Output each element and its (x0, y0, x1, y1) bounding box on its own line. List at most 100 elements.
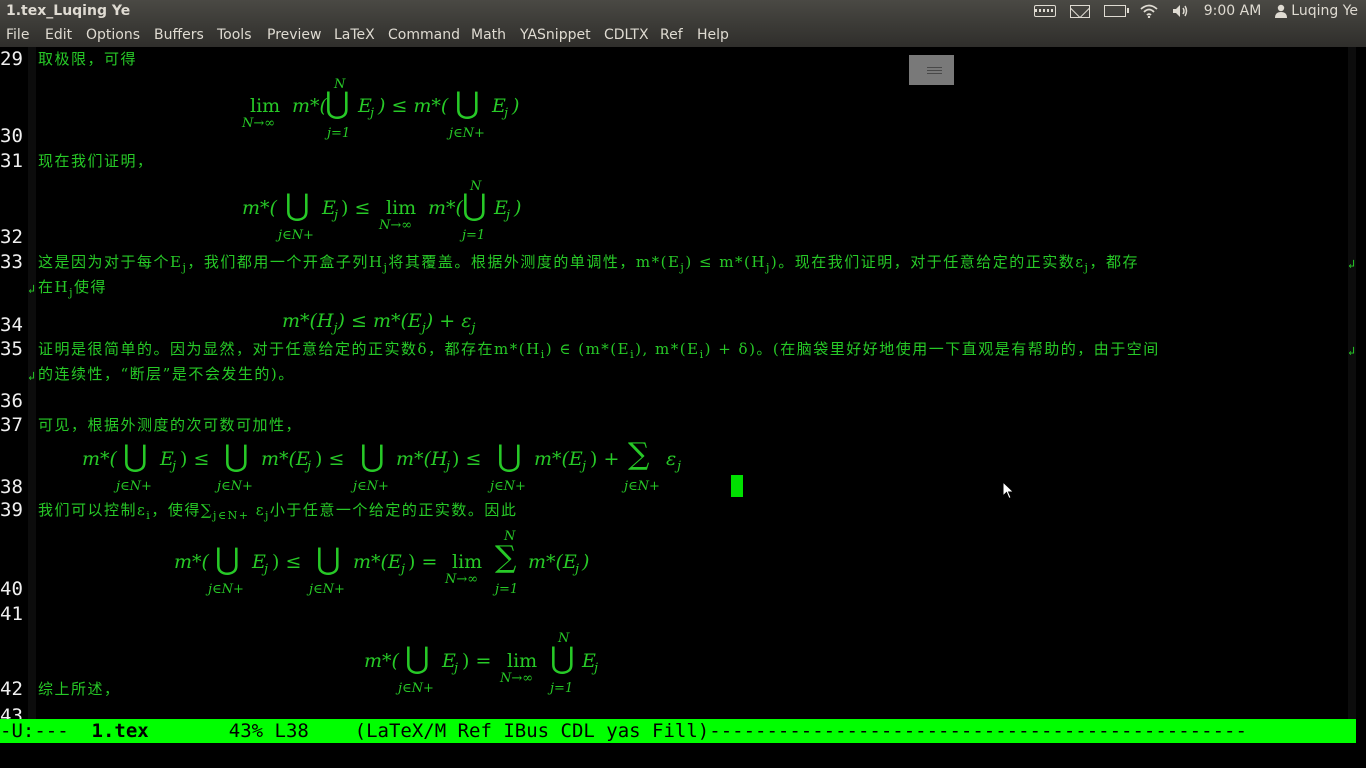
line-number: 36 (0, 390, 23, 412)
menu-yasnippet[interactable]: YASnippet (520, 27, 591, 43)
math-text: m*( (242, 197, 277, 219)
sum-symbol: ∑ (628, 437, 650, 472)
line-number: 29 (0, 48, 23, 70)
math-lim-sub: N→∞ (379, 218, 413, 233)
menu-tools[interactable]: Tools (217, 27, 252, 43)
menu-ref[interactable]: Ref (660, 27, 683, 43)
math-sub: j (575, 562, 580, 577)
line-number: 43 (0, 705, 23, 719)
math-sub: j (506, 208, 511, 223)
bigcup-symbol: ⋃ (360, 439, 385, 474)
editor-area[interactable]: 29 30 31 32 33 34 35 36 37 38 39 40 41 4… (0, 47, 1366, 719)
mail-icon[interactable] (1069, 4, 1090, 18)
modeline-position: 43% L38 (228, 720, 309, 742)
clock[interactable]: 9:00 AM (1204, 3, 1262, 19)
mode-line[interactable]: -U:--- 1.tex 43% L38 (LaTeX/M Ref IBus C… (0, 719, 1356, 743)
math-sub: j∈N+ (490, 479, 526, 494)
keyboard-icon[interactable] (1033, 5, 1056, 17)
menu-command[interactable]: Command (388, 27, 460, 43)
user-name[interactable]: Luqing Ye (1291, 3, 1358, 19)
math-text: ) (512, 95, 520, 117)
math-sub: j (307, 459, 312, 474)
wrap-arrow-icon: ↲ (28, 369, 36, 383)
bigcup-symbol: ⋃ (123, 439, 148, 474)
math-sub: j=1 (462, 228, 486, 243)
math-sub: j (401, 562, 406, 577)
math-text: ) + (590, 448, 620, 470)
window-title: 1.tex_Luqing Ye (6, 3, 131, 19)
wifi-icon[interactable] (1140, 4, 1158, 19)
math-sub: j (334, 208, 339, 223)
preview-toggle-button[interactable] (909, 55, 954, 85)
modeline-modes[interactable]: (LaTeX/M Ref IBus CDL yas Fill) (355, 720, 710, 742)
menu-buffers[interactable]: Buffers (154, 27, 204, 43)
math-sub: j=1 (550, 681, 574, 696)
math-lim-sub: N→∞ (445, 572, 479, 587)
bigcup-symbol: ⋃ (224, 439, 249, 474)
wrap-arrow-icon: ↲ (28, 282, 36, 296)
text-cursor (731, 475, 743, 497)
text-line-29: 取极限，可得 (38, 50, 138, 68)
math-text: ) ≤ (180, 448, 210, 470)
menu-cdltx[interactable]: CDLTX (604, 27, 649, 43)
menu-preview[interactable]: Preview (267, 27, 322, 43)
math-text: m*(H (396, 448, 448, 470)
volume-icon[interactable] (1172, 4, 1190, 18)
text-line-35-cont: 的连续性，“断层”是不会发生的)。 (38, 365, 295, 383)
modeline-buffer-name[interactable]: 1.tex (92, 720, 149, 742)
math-text: ) (514, 197, 522, 219)
math-sub: j=1 (327, 126, 351, 141)
math-text: ) ≤ (272, 551, 302, 573)
battery-icon[interactable] (1103, 5, 1129, 17)
math-text: ) ≤ (452, 448, 482, 470)
user-icon[interactable] (1275, 4, 1288, 18)
indicator-area: 9:00 AM Luqing Ye (1033, 3, 1358, 19)
line-number: 33 (0, 251, 23, 273)
menu-math[interactable]: Math (471, 27, 506, 43)
math-formula-34: m*(Hj) ≤ m*(Ej) + εj (282, 310, 476, 336)
text-line-39: 我们可以控制εi，使得∑j∈N+ εj小于任意一个给定的正实数。因此 (38, 501, 518, 522)
bigcup-symbol: ⋃ (462, 188, 487, 223)
math-sub: j∈N+ (449, 126, 485, 141)
math-text: m*( (82, 448, 117, 470)
math-text: ) (582, 551, 590, 573)
minibuffer[interactable] (0, 743, 1366, 768)
math-lim-sub: N→∞ (242, 116, 276, 131)
math-text: m*( (364, 650, 399, 672)
math-sub: j (454, 661, 459, 676)
wrap-arrow-icon: ↲ (1348, 257, 1356, 271)
line-number: 41 (0, 603, 23, 625)
menu-options[interactable]: Options (86, 27, 140, 43)
menu-edit[interactable]: Edit (45, 27, 72, 43)
line-number: 38 (0, 476, 23, 498)
menu-help[interactable]: Help (697, 27, 729, 43)
math-sub: j∈N+ (353, 479, 389, 494)
bigcup-symbol: ⋃ (550, 641, 575, 676)
text-line-31: 现在我们证明， (38, 152, 154, 170)
math-text: ) ≤ m*( (378, 95, 449, 117)
menu-bar: File Edit Options Buffers Tools Preview … (0, 24, 1366, 47)
line-number: 37 (0, 414, 23, 436)
math-sub: j∈N+ (624, 479, 660, 494)
line-number: 31 (0, 150, 23, 172)
math-sub: j=1 (495, 582, 519, 597)
math-text: ) = (462, 650, 492, 672)
wrap-arrow-icon: ↲ (1348, 344, 1356, 358)
modeline-dashes: ----------------------------------------… (709, 720, 1247, 742)
bigcup-symbol: ⋃ (325, 86, 350, 121)
bigcup-symbol: ⋃ (497, 439, 522, 474)
bigcup-symbol: ⋃ (285, 188, 310, 223)
math-text: m*(E (353, 551, 402, 573)
math-sub: j∈N+ (398, 681, 434, 696)
math-text: m*(E (261, 448, 310, 470)
modeline-flags: -U:--- (0, 720, 92, 742)
menu-file[interactable]: File (6, 27, 29, 43)
left-fringe (28, 47, 36, 719)
bigcup-symbol: ⋃ (455, 86, 480, 121)
math-text: ) ≤ (341, 197, 371, 219)
sum-symbol: ∑ (495, 540, 517, 575)
menu-latex[interactable]: LaTeX (334, 27, 375, 43)
math-sub: j (582, 459, 587, 474)
math-sub: j (677, 459, 682, 474)
text-line-37: 可见，根据外测度的次可数可加性， (38, 416, 303, 434)
